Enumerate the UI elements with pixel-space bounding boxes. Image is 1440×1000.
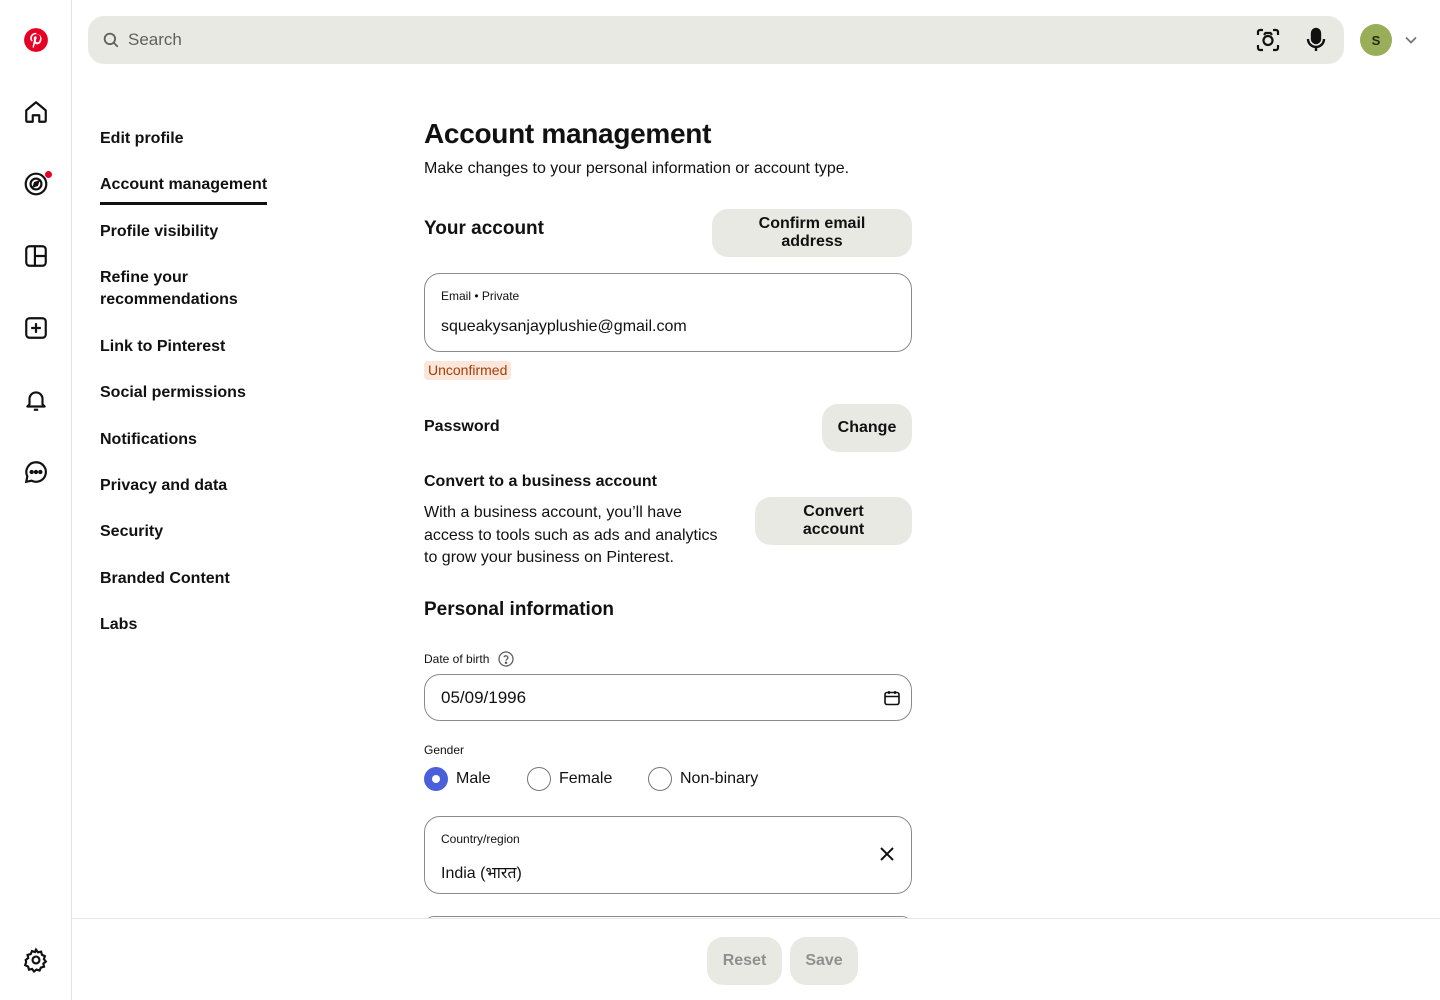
- home-icon-svg: [25, 101, 47, 123]
- settings-nav-social-permissions[interactable]: Social permissions: [100, 382, 246, 404]
- avatar[interactable]: S: [1360, 24, 1392, 56]
- create-icon[interactable]: [12, 304, 60, 352]
- date-of-birth-label: Date of birth: [424, 652, 490, 666]
- settings-nav-profile-visibility[interactable]: Profile visibility: [100, 221, 218, 243]
- radio-unchecked-icon[interactable]: [527, 767, 551, 791]
- radio-unchecked-icon[interactable]: [648, 767, 672, 791]
- settings-nav-account-management[interactable]: Account management: [100, 174, 268, 205]
- messages-icon[interactable]: [12, 448, 60, 496]
- close-icon[interactable]: [878, 845, 896, 863]
- status-badge: Unconfirmed: [424, 361, 512, 380]
- save-button[interactable]: Save: [790, 937, 858, 985]
- email-field[interactable]: Email • Private squeakysanjayplushie@gma…: [424, 273, 912, 352]
- email-field-label: Email • Private: [441, 289, 520, 303]
- settings-nav-security[interactable]: Security: [100, 521, 163, 543]
- gear-icon: [23, 947, 48, 973]
- country-region-label: Country/region: [441, 832, 520, 846]
- country-region-field[interactable]: Country/region India (भारत): [424, 816, 912, 894]
- settings-nav-link-to-pinterest[interactable]: Link to Pinterest: [100, 336, 225, 358]
- page-title: Account management: [424, 118, 712, 149]
- date-of-birth-value[interactable]: 05/09/1996: [441, 688, 526, 708]
- convert-business-heading: Convert to a business account: [424, 473, 657, 490]
- your-account-heading: Your account: [424, 218, 544, 239]
- date-of-birth-field[interactable]: 05/09/1996: [424, 674, 912, 721]
- convert-account-button[interactable]: Convert account: [755, 497, 912, 545]
- gender-option-label: Non-binary: [680, 770, 759, 787]
- account-management-panel: Account management Make changes to your …: [424, 0, 912, 918]
- chat-bubble-icon: [24, 461, 47, 484]
- pinterest-logo-svg: [24, 28, 48, 52]
- calendar-icon[interactable]: [883, 689, 901, 707]
- convert-business-description: With a business account, you’ll have acc…: [424, 504, 718, 566]
- settings-nav-notifications[interactable]: Notifications: [100, 429, 197, 451]
- settings-gear-icon[interactable]: [12, 936, 60, 984]
- radio-checked-icon[interactable]: [424, 767, 448, 791]
- notifications-bell-icon[interactable]: [12, 376, 60, 424]
- country-region-value[interactable]: India (भारत): [441, 861, 522, 883]
- explore-icon[interactable]: [12, 160, 60, 208]
- help-icon[interactable]: [498, 651, 514, 667]
- gender-radio-male[interactable]: Male: [424, 767, 491, 791]
- gender-option-label: Female: [559, 770, 613, 787]
- settings-nav-privacy-and-data[interactable]: Privacy and data: [100, 475, 227, 497]
- reset-button[interactable]: Reset: [707, 937, 782, 985]
- microphone-icon[interactable]: [1302, 26, 1330, 54]
- bell-icon: [26, 391, 46, 411]
- settings-nav-refine-recommendations[interactable]: Refine your recommendations: [100, 267, 250, 311]
- confirm-email-button[interactable]: Confirm email address: [712, 209, 912, 257]
- personal-information-heading: Personal information: [424, 599, 615, 620]
- home-icon[interactable]: [12, 88, 60, 136]
- change-password-button[interactable]: Change: [822, 404, 912, 452]
- gender-radio-female[interactable]: Female: [527, 767, 612, 791]
- notification-dot: [45, 171, 52, 178]
- chevron-down-icon[interactable]: [1403, 33, 1419, 47]
- plus-square-icon: [25, 317, 47, 339]
- settings-nav-labs[interactable]: Labs: [100, 614, 137, 636]
- gender-label: Gender: [424, 743, 465, 757]
- left-rail: [0, 0, 72, 1000]
- password-label: Password: [424, 418, 500, 435]
- search-icon: [103, 32, 119, 48]
- settings-nav-branded-content[interactable]: Branded Content: [100, 568, 230, 590]
- gender-option-label: Male: [456, 770, 491, 787]
- gender-radio-non-binary[interactable]: Non-binary: [648, 767, 758, 791]
- pinterest-logo-icon[interactable]: [12, 16, 60, 64]
- page-subtitle: Make changes to your personal informatio…: [424, 160, 850, 177]
- footer-action-bar: Reset Save: [72, 918, 1440, 1000]
- settings-nav-edit-profile[interactable]: Edit profile: [100, 128, 184, 150]
- grid-icon: [25, 245, 47, 267]
- visual-search-camera-icon[interactable]: [1254, 26, 1282, 54]
- email-value[interactable]: squeakysanjayplushie@gmail.com: [441, 318, 687, 336]
- boards-icon[interactable]: [12, 232, 60, 280]
